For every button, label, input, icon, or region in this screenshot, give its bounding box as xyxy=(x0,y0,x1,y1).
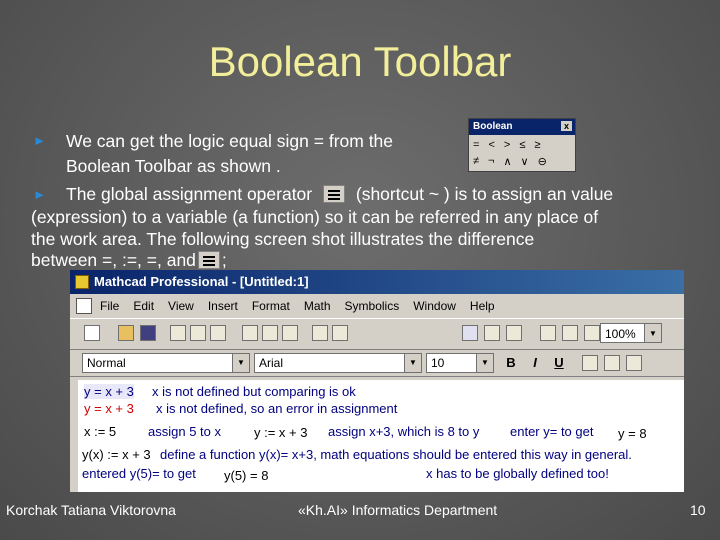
bullet-2-line-2: (expression) to a variable (a function) … xyxy=(31,207,599,227)
bullet-2-line-4: between =, :=, =, and; xyxy=(31,249,227,272)
save-icon xyxy=(140,325,156,341)
zoom-select: 100% ▼ xyxy=(600,323,662,343)
worksheet-result: y(5) = 8 xyxy=(224,468,269,483)
print-icon xyxy=(170,325,186,341)
worksheet-note: entered y(5)= to get xyxy=(82,466,196,481)
worksheet-note: x has to be globally defined too! xyxy=(426,466,609,481)
font-select: Arial ▼ xyxy=(254,353,422,373)
xor-icon: ⊖ xyxy=(537,156,547,168)
align-center-icon xyxy=(604,355,620,371)
worksheet-note: x is not defined, so an error in assignm… xyxy=(156,401,398,416)
bullet-2-text-b: (shortcut ~ ) is to assign an value xyxy=(355,184,614,204)
function-icon xyxy=(462,325,478,341)
style-select: Normal ▼ xyxy=(82,353,250,373)
boolean-toolbar-title: Boolean xyxy=(473,121,513,132)
web-icon xyxy=(584,325,600,341)
standard-toolbar: 100% ▼ xyxy=(70,318,684,350)
bullet-2-text-d: ; xyxy=(221,250,227,270)
worksheet: y = x + 3 x is not defined but comparing… xyxy=(78,380,684,492)
worksheet-definition: x := 5 xyxy=(84,424,117,439)
undo-icon xyxy=(312,325,328,341)
mathcad-app-icon xyxy=(75,275,89,289)
footer-department: «Kh.AI» Informatics Department xyxy=(298,502,498,518)
redo-icon xyxy=(332,325,348,341)
cut-icon xyxy=(242,325,258,341)
slide-title: Boolean Toolbar xyxy=(208,38,512,85)
bullet-1-line-2: Boolean Toolbar as shown . xyxy=(66,156,281,176)
print-preview-icon xyxy=(190,325,206,341)
document-icon xyxy=(76,298,92,314)
bold-button: B xyxy=(506,355,516,370)
size-value: 10 xyxy=(431,356,445,370)
new-icon xyxy=(84,325,100,341)
bullet-marker-2: ► xyxy=(33,187,46,202)
menu-window: Window xyxy=(413,299,456,313)
greater-equal-icon: ≥ xyxy=(534,139,541,151)
size-select: 10 ▼ xyxy=(426,353,494,373)
global-assignment-icon xyxy=(197,251,220,269)
close-icon: x xyxy=(561,121,572,131)
less-equal-icon: ≤ xyxy=(519,139,526,151)
copy-icon xyxy=(262,325,278,341)
less-than-icon: < xyxy=(488,139,495,151)
or-icon: ∨ xyxy=(520,156,529,168)
menu-help: Help xyxy=(469,299,495,313)
and-icon: ∧ xyxy=(503,156,512,168)
underline-button: U xyxy=(554,355,564,370)
not-icon: ¬ xyxy=(488,155,495,167)
menu-view: View xyxy=(168,299,194,313)
menu-insert: Insert xyxy=(207,299,238,313)
font-value: Arial xyxy=(259,356,284,370)
menu-file: File xyxy=(100,299,120,313)
align-left-icon xyxy=(582,355,598,371)
boolean-toolbar-image: Boolean x = < > ≤ ≥ ≠ ¬ ∧ ∨ ⊖ xyxy=(468,118,576,172)
menu-symbolics: Symbolics xyxy=(344,299,400,313)
bullet-2-line-1: The global assignment operator (shortcut… xyxy=(66,183,613,206)
resource-icon xyxy=(562,325,578,341)
chevron-down-icon: ▼ xyxy=(476,354,493,372)
spell-check-icon xyxy=(210,325,226,341)
mathcad-titlebar: Mathcad Professional - [Untitled:1] xyxy=(70,270,684,294)
worksheet-expression: y = x + 3 xyxy=(84,401,134,416)
menu-edit: Edit xyxy=(133,299,155,313)
worksheet-note: assign 5 to x xyxy=(148,424,221,439)
paste-icon xyxy=(282,325,298,341)
equal-icon: = xyxy=(473,139,480,151)
worksheet-definition: y(x) := x + 3 xyxy=(82,447,151,462)
worksheet-note: define a function y(x)= x+3, math equati… xyxy=(160,447,632,462)
units-icon xyxy=(484,325,500,341)
global-assignment-icon xyxy=(323,185,345,203)
worksheet-note: enter y= to get xyxy=(510,424,594,439)
chevron-down-icon: ▼ xyxy=(644,324,661,342)
zoom-value: 100% xyxy=(605,327,636,341)
component-icon xyxy=(540,325,556,341)
bullet-2-line-3: the work area. The following screen shot… xyxy=(31,229,535,249)
worksheet-result: y = 8 xyxy=(618,426,647,441)
calculate-icon xyxy=(506,325,522,341)
italic-button: I xyxy=(533,355,537,370)
open-icon xyxy=(118,325,134,341)
bullet-2-text-a: The global assignment operator xyxy=(66,184,313,204)
not-equal-icon: ≠ xyxy=(473,155,480,167)
mathcad-window-title: Mathcad Professional - [Untitled:1] xyxy=(94,274,309,289)
mathcad-menubar: File Edit View Insert Format Math Symbol… xyxy=(70,294,684,318)
formatting-toolbar: Normal ▼ Arial ▼ 10 ▼ B I U xyxy=(70,350,684,377)
worksheet-expression: y = x + 3 xyxy=(84,384,134,399)
mathcad-screenshot: Mathcad Professional - [Untitled:1] File… xyxy=(70,270,684,492)
bullet-marker-1: ► xyxy=(33,133,46,148)
bullet-1-line-1: We can get the logic equal sign = from t… xyxy=(66,131,394,151)
page-number: 10 xyxy=(690,502,706,518)
chevron-down-icon: ▼ xyxy=(232,354,249,372)
menu-format: Format xyxy=(251,299,290,313)
menu-math: Math xyxy=(303,299,331,313)
worksheet-definition: y := x + 3 xyxy=(254,425,308,440)
bullet-2-text-c: between =, :=, =, and xyxy=(31,250,196,270)
align-right-icon xyxy=(626,355,642,371)
chevron-down-icon: ▼ xyxy=(404,354,421,372)
worksheet-note: x is not defined but comparing is ok xyxy=(152,384,356,399)
greater-than-icon: > xyxy=(503,139,511,151)
worksheet-note: assign x+3, which is 8 to y xyxy=(328,424,480,439)
footer-author: Korchak Tatiana Viktorovna xyxy=(6,502,176,518)
style-value: Normal xyxy=(87,356,126,370)
